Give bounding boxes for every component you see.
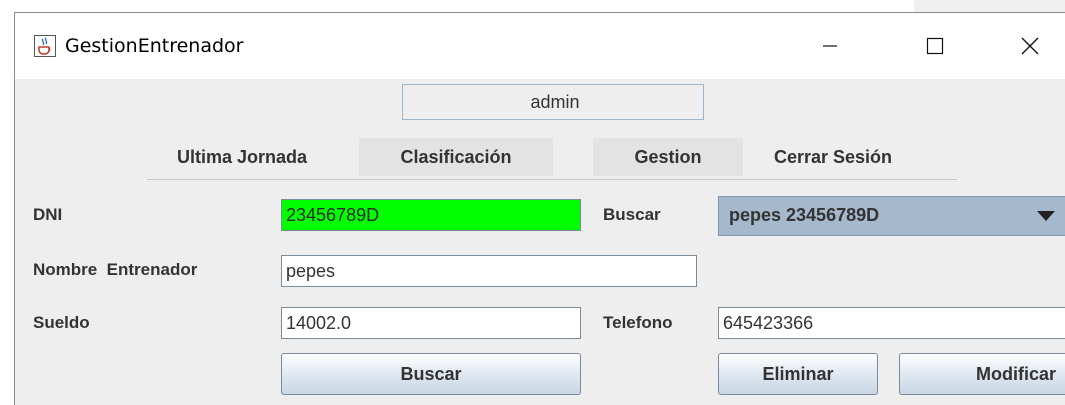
maximize-button[interactable]: [905, 13, 965, 79]
nombre-field[interactable]: pepes: [281, 255, 697, 287]
background-window-edge: [14, 0, 914, 12]
nombre-label: Nombre Entrenador: [33, 260, 198, 279]
title-bar[interactable]: GestionEntrenador: [15, 13, 1065, 79]
buscar-combo[interactable]: pepes 23456789D: [718, 196, 1065, 236]
gestion-entrenador-window: GestionEntrenador admin Ultima Jornada C…: [14, 12, 1065, 405]
close-button[interactable]: [1000, 13, 1060, 79]
telefono-label: Telefono: [603, 313, 673, 332]
sueldo-label: Sueldo: [33, 313, 90, 332]
menu-ultima-jornada[interactable]: Ultima Jornada: [147, 138, 337, 176]
modificar-button[interactable]: Modificar: [899, 353, 1065, 395]
background-desktop: [0, 0, 14, 405]
buscar-label: Buscar: [603, 205, 661, 224]
chevron-down-icon[interactable]: [1037, 211, 1055, 221]
minimize-icon: [823, 45, 837, 47]
telefono-field[interactable]: 645423366: [718, 307, 1065, 339]
window-title: GestionEntrenador: [65, 35, 244, 57]
buscar-button[interactable]: Buscar: [281, 353, 581, 395]
eliminar-button[interactable]: Eliminar: [718, 353, 878, 395]
menu-divider: [147, 179, 957, 180]
dni-field[interactable]: 23456789D: [281, 199, 581, 231]
menu-gestion[interactable]: Gestion: [593, 138, 743, 176]
sueldo-field[interactable]: 14002.0: [281, 307, 581, 339]
menu-clasificacion[interactable]: Clasificación: [359, 138, 553, 176]
close-icon: [1021, 37, 1039, 55]
minimize-button[interactable]: [800, 13, 860, 79]
maximize-icon: [926, 37, 944, 55]
java-cup-icon: [34, 35, 56, 57]
buscar-combo-value: pepes 23456789D: [729, 205, 880, 225]
menu-cerrar-sesion[interactable]: Cerrar Sesión: [748, 138, 918, 176]
logged-user-field: admin: [402, 84, 704, 120]
dni-label: DNI: [33, 205, 63, 224]
